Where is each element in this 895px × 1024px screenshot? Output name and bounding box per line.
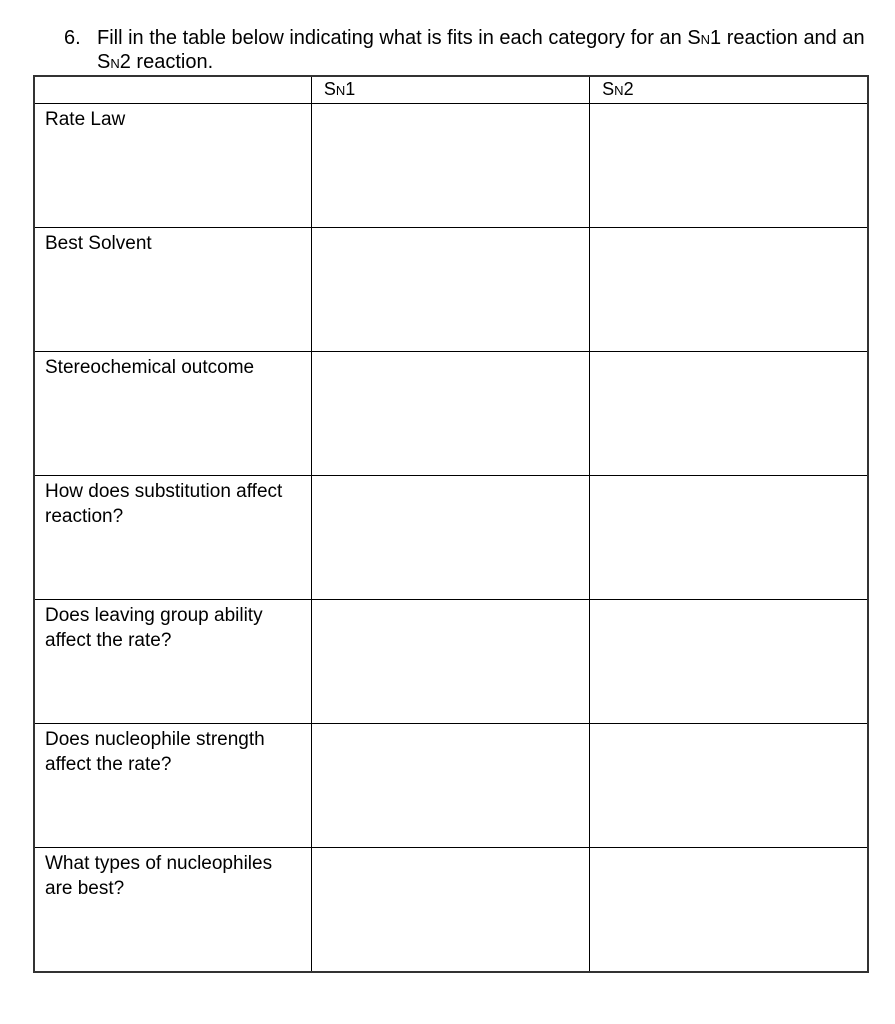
sn1-subscript: N [700, 32, 711, 47]
row-label-cell: What types of nucleophiles are best? [32, 847, 312, 973]
table-row-stereochemical-outcome: Stereochemical outcome [32, 351, 870, 476]
table-header-row: SN1 SN2 [32, 75, 870, 104]
row-label: Best Solvent [45, 233, 152, 254]
row-label: Does leaving group ability affect the ra… [45, 605, 263, 651]
table-row-rate-law: Rate Law [32, 103, 870, 228]
header-category [32, 75, 312, 104]
question-text: Fill in the table below indicating what … [97, 27, 887, 75]
sn1-answer-cell[interactable] [310, 847, 591, 973]
sn2-answer-cell[interactable] [589, 227, 870, 352]
header-sn1-number: 1 [345, 79, 356, 99]
question-text-part: reaction and an [721, 27, 865, 49]
header-sn1: SN1 [310, 75, 591, 104]
row-label-cell: Best Solvent [32, 227, 312, 352]
sn-comparison-table: SN1 SN2 Rate Law Best Solvent Stereochem… [32, 75, 870, 973]
sn1-answer-cell[interactable] [310, 227, 591, 352]
sn1-answer-cell[interactable] [310, 723, 591, 848]
sn2-number: 2 [119, 51, 131, 73]
sn2-s: S [97, 51, 111, 73]
header-sn2-s: S [602, 79, 615, 99]
question-text-part: Fill in the table below indicating what … [97, 27, 688, 49]
table-row-substitution: How does substitution affect reaction? [32, 475, 870, 600]
header-sn1-subscript: N [335, 83, 346, 98]
sn1-answer-cell[interactable] [310, 351, 591, 476]
row-label: How does substitution affect reaction? [45, 481, 283, 527]
sn2-subscript: N [110, 56, 120, 71]
sn1-answer-cell[interactable] [310, 475, 591, 600]
sn1-term: SN1 [687, 27, 721, 49]
sn2-term: SN2 [97, 51, 131, 73]
header-sn2-subscript: N [614, 83, 624, 98]
table-row-leaving-group: Does leaving group ability affect the ra… [32, 599, 870, 724]
question-number: 6. [64, 27, 81, 49]
sn2-answer-cell[interactable] [589, 723, 870, 848]
row-label: Stereochemical outcome [45, 357, 255, 378]
sn1-answer-cell[interactable] [310, 599, 591, 724]
row-label-cell: Does leaving group ability affect the ra… [32, 599, 312, 724]
header-sn2: SN2 [589, 75, 870, 104]
sn2-answer-cell[interactable] [589, 103, 870, 228]
row-label-cell: Does nucleophile strength affect the rat… [32, 723, 312, 848]
sn1-number: 1 [710, 27, 722, 49]
row-label-cell: Rate Law [32, 103, 312, 228]
sn2-answer-cell[interactable] [589, 475, 870, 600]
sn2-answer-cell[interactable] [589, 599, 870, 724]
header-sn2-label: SN2 [590, 77, 867, 103]
question-text-part: reaction. [130, 51, 214, 73]
sn1-s: S [687, 27, 701, 49]
header-sn1-s: S [323, 79, 336, 99]
table-row-nucleophile-strength: Does nucleophile strength affect the rat… [32, 723, 870, 848]
row-label: Does nucleophile strength affect the rat… [45, 729, 265, 775]
sn2-answer-cell[interactable] [589, 847, 870, 973]
table-row-nucleophile-types: What types of nucleophiles are best? [32, 847, 870, 973]
row-label: What types of nucleophiles are best? [45, 853, 273, 899]
table-row-best-solvent: Best Solvent [32, 227, 870, 352]
row-label-cell: Stereochemical outcome [32, 351, 312, 476]
row-label-cell: How does substitution affect reaction? [32, 475, 312, 600]
sn2-answer-cell[interactable] [589, 351, 870, 476]
sn1-answer-cell[interactable] [310, 103, 591, 228]
header-sn2-number: 2 [623, 79, 634, 99]
header-sn1-label: SN1 [312, 77, 589, 103]
row-label: Rate Law [45, 109, 126, 130]
